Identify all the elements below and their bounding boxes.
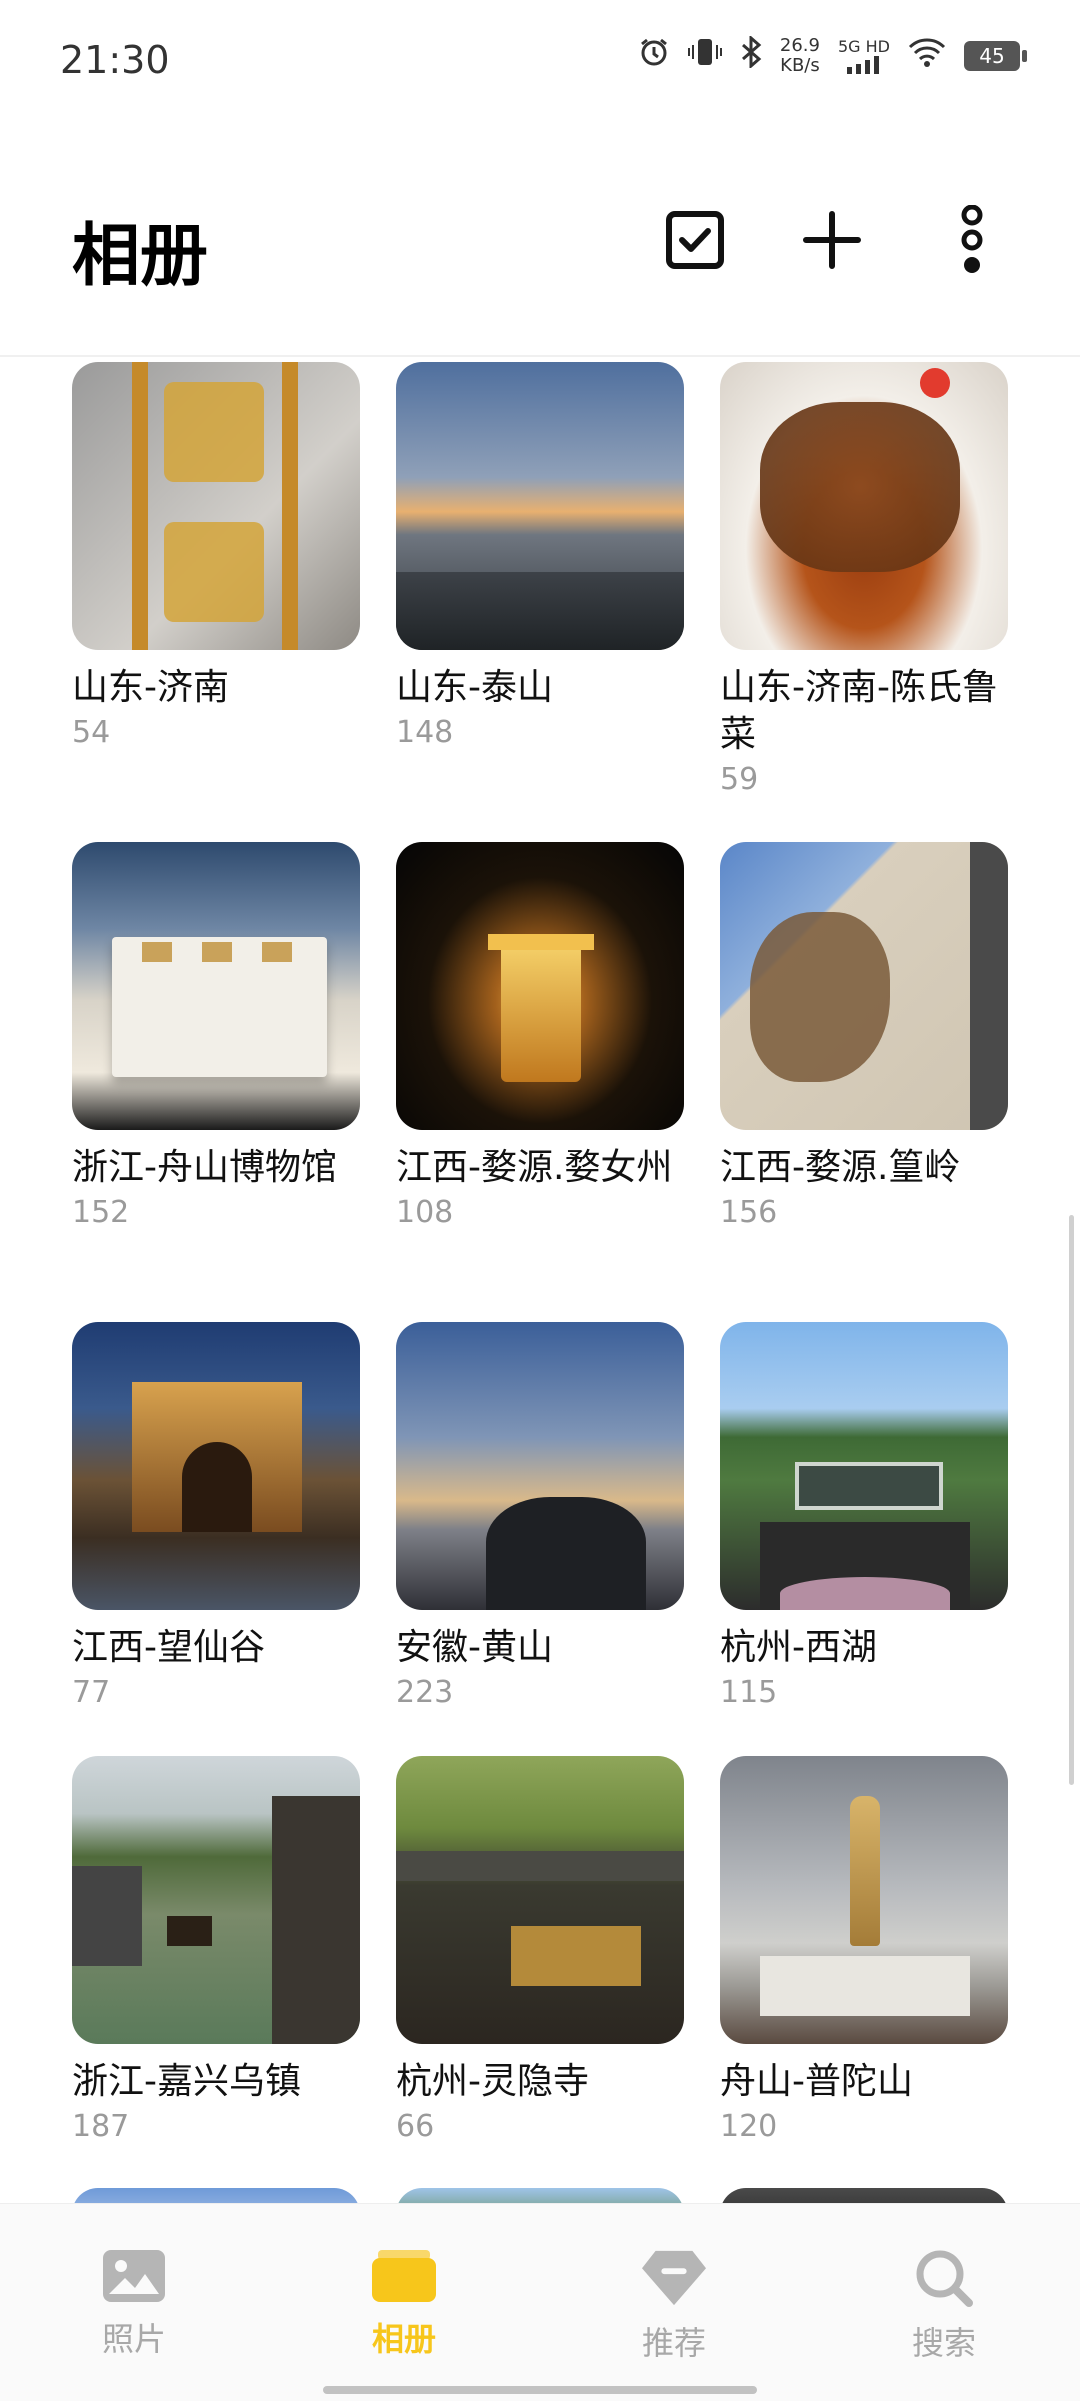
nav-albums[interactable]: 相册 (314, 2204, 494, 2358)
album-icon (372, 2250, 436, 2302)
search-icon (912, 2250, 976, 2307)
album-thumbnail (72, 1756, 360, 2044)
album-card[interactable]: 舟山-普陀山 120 (720, 1756, 1008, 2147)
nav-recommend[interactable]: 推荐 (584, 2204, 764, 2362)
album-count: 156 (720, 1195, 778, 1230)
scrollbar[interactable] (1069, 1215, 1074, 1785)
album-thumbnail (720, 1322, 1008, 1610)
album-count: 187 (72, 2109, 130, 2144)
album-thumbnail (72, 362, 360, 650)
album-name: 浙江-舟山博物馆 (72, 1147, 337, 1188)
album-count: 77 (72, 1675, 111, 1710)
photo-icon (102, 2250, 166, 2302)
album-card[interactable]: 江西-婺源.篁岭 156 (720, 842, 1008, 1233)
album-thumbnail (396, 1756, 684, 2044)
album-name: 舟山-普陀山 (720, 2061, 913, 2102)
album-card[interactable]: 山东-泰山 148 (396, 362, 684, 753)
album-name: 山东-泰山 (396, 667, 553, 708)
album-card[interactable]: 浙江-嘉兴乌镇 187 (72, 1756, 360, 2147)
album-name: 杭州-西湖 (720, 1627, 877, 1668)
album-name: 杭州-灵隐寺 (396, 2061, 589, 2102)
album-grid: 山东-济南 54 山东-泰山 148 山东-济南-陈氏鲁菜 59 浙江-舟山博物… (0, 0, 1080, 2400)
album-name: 山东-济南 (72, 667, 229, 708)
bottom-nav: 照片 相册 推荐 搜索 (0, 2203, 1080, 2401)
album-card[interactable]: 山东-济南 54 (72, 362, 360, 753)
album-name: 江西-望仙谷 (72, 1627, 265, 1668)
album-card[interactable]: 杭州-西湖 115 (720, 1322, 1008, 1713)
nav-photos[interactable]: 照片 (44, 2204, 224, 2358)
album-thumbnail (720, 842, 1008, 1130)
album-card[interactable]: 江西-婺源.婺女州 108 (396, 842, 684, 1233)
album-thumbnail (720, 362, 1008, 650)
album-name: 安徽-黄山 (396, 1627, 553, 1668)
album-card[interactable]: 山东-济南-陈氏鲁菜 59 (720, 362, 1008, 800)
album-count: 152 (72, 1195, 130, 1230)
album-thumbnail (396, 842, 684, 1130)
album-count: 59 (720, 762, 759, 797)
album-name: 山东-济南-陈氏鲁菜 (720, 667, 998, 755)
album-name: 江西-婺源.篁岭 (720, 1147, 961, 1188)
album-count: 223 (396, 1675, 454, 1710)
album-thumbnail (72, 842, 360, 1130)
album-count: 148 (396, 715, 454, 750)
nav-label: 搜索 (911, 2324, 976, 2362)
album-card[interactable]: 安徽-黄山 223 (396, 1322, 684, 1713)
album-count: 115 (720, 1675, 778, 1710)
recommend-icon (642, 2250, 706, 2306)
nav-search[interactable]: 搜索 (854, 2204, 1034, 2362)
album-thumbnail (396, 1322, 684, 1610)
album-count: 108 (396, 1195, 454, 1230)
nav-label: 照片 (101, 2320, 166, 2358)
album-name: 江西-婺源.婺女州 (396, 1147, 673, 1188)
album-count: 120 (720, 2109, 778, 2144)
album-thumbnail (72, 1322, 360, 1610)
album-thumbnail (720, 1756, 1008, 2044)
album-count: 54 (72, 715, 111, 750)
album-card[interactable]: 浙江-舟山博物馆 152 (72, 842, 360, 1233)
nav-label: 相册 (371, 2320, 436, 2358)
album-card[interactable]: 江西-望仙谷 77 (72, 1322, 360, 1713)
album-count: 66 (396, 2109, 435, 2144)
nav-label: 推荐 (641, 2324, 706, 2362)
album-card[interactable]: 杭州-灵隐寺 66 (396, 1756, 684, 2147)
home-indicator[interactable] (323, 2386, 757, 2394)
album-thumbnail (396, 362, 684, 650)
album-name: 浙江-嘉兴乌镇 (72, 2061, 301, 2102)
